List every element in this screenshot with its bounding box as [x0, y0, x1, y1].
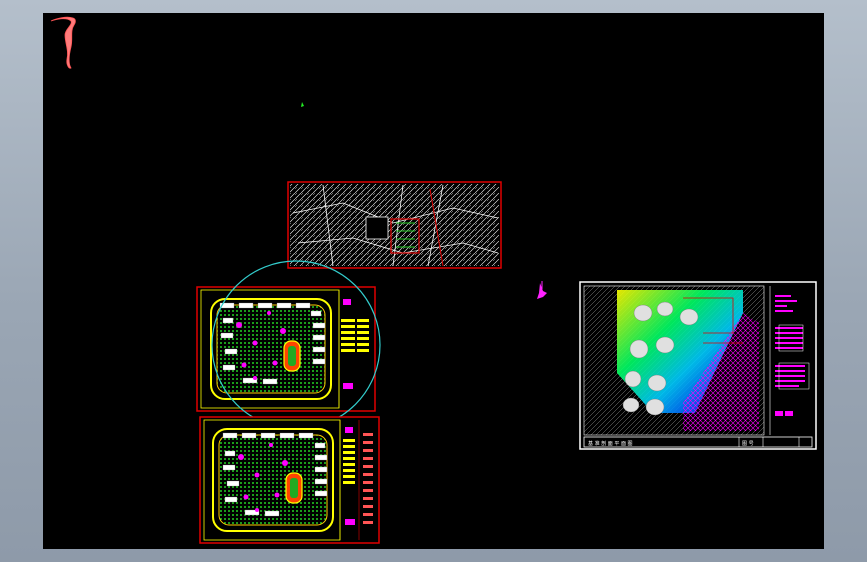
river-stroke-icon	[50, 16, 76, 69]
master-plan-sheet-2[interactable]	[199, 416, 380, 544]
title-stamp: 图 号	[742, 441, 754, 447]
cad-drawing-canvas[interactable]: 基 准 剖 面 平 面 图 图 号	[43, 13, 824, 549]
master-plan-sheet-1[interactable]	[196, 286, 376, 412]
title-caption: 基 准 剖 面 平 面 图	[588, 440, 633, 447]
magenta-symbol-icon[interactable]	[537, 281, 547, 299]
green-dot-icon	[301, 102, 304, 107]
sunlight-analysis-sheet[interactable]: 基 准 剖 面 平 面 图 图 号	[579, 281, 817, 450]
site-location-map[interactable]	[287, 181, 502, 269]
cad-model-space[interactable]: 基 准 剖 面 平 面 图 图 号	[43, 13, 824, 549]
